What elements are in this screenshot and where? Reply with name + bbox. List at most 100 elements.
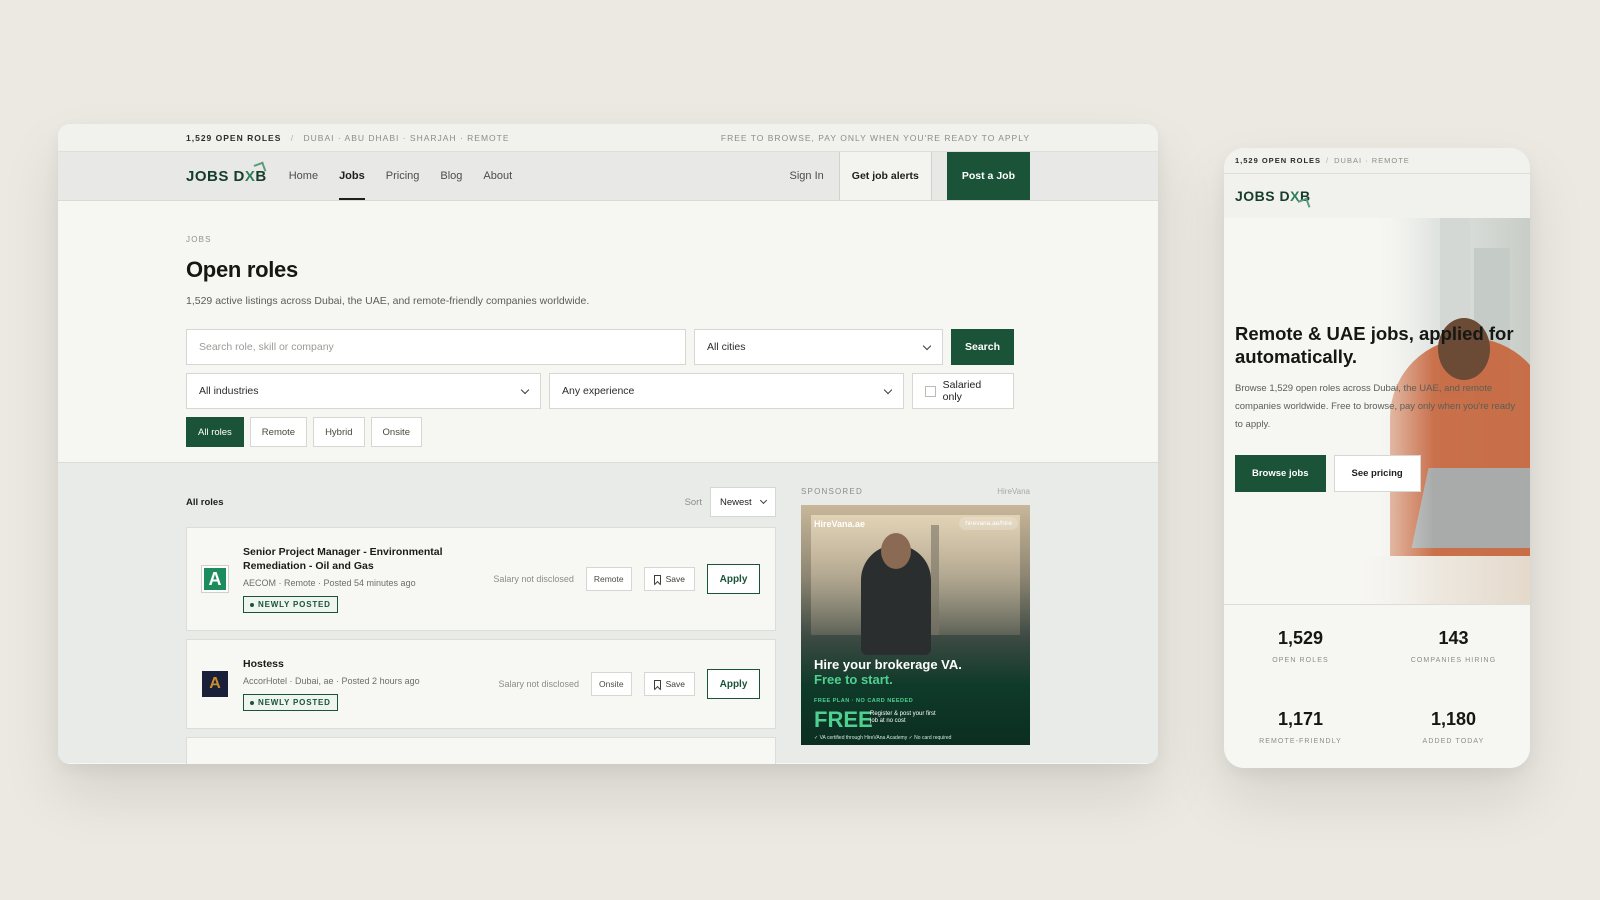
save-label: Save xyxy=(665,679,685,689)
experience-select-value: Any experience xyxy=(562,385,635,397)
nav-blog[interactable]: Blog xyxy=(440,152,462,200)
search-button[interactable]: Search xyxy=(951,329,1014,365)
job-title[interactable]: Senior Project Manager - Environmental R… xyxy=(243,545,453,573)
top-strip: 1,529 OPEN ROLES / DUBAI · ABU DHABI · S… xyxy=(58,124,1158,152)
salaried-only-checkbox[interactable]: Salaried only xyxy=(912,373,1014,409)
job-card[interactable]: A Senior Project Manager - Environmental… xyxy=(186,527,776,631)
company-logo: A xyxy=(202,671,228,697)
ad-url: hirevana.ae/hire xyxy=(959,517,1018,530)
newly-posted-badge: NEWLY POSTED xyxy=(243,596,338,613)
chevron-down-icon xyxy=(520,385,530,394)
checkbox-icon xyxy=(925,385,936,397)
strip-tagline: FREE TO BROWSE, PAY ONLY WHEN YOU'RE REA… xyxy=(720,132,1030,143)
nav-links: Home Jobs Pricing Blog About xyxy=(289,152,533,200)
job-info: Hostess AccorHotel · Dubai, ae · Posted … xyxy=(243,657,499,711)
nav-home[interactable]: Home xyxy=(289,152,318,200)
listings-section: All roles Sort Newest A Senior Project M… xyxy=(58,463,1158,764)
stat-value: 1,171 xyxy=(1277,709,1324,730)
salaried-only-label: Salaried only xyxy=(942,379,982,403)
chevron-down-icon xyxy=(759,496,768,505)
job-meta: AECOM · Remote · Posted 54 minutes ago xyxy=(243,578,416,588)
sort-value: Newest xyxy=(720,496,752,508)
ad-headline-accent: Free to start. xyxy=(814,672,893,687)
salary-text: Salary not disclosed xyxy=(493,574,574,584)
stat-label: REMOTE-FRIENDLY xyxy=(1259,738,1342,746)
experience-select[interactable]: Any experience xyxy=(549,373,904,409)
job-meta: AccorHotel · Dubai, ae · Posted 2 hours … xyxy=(243,676,420,686)
city-select[interactable]: All cities xyxy=(694,329,943,365)
search-input[interactable]: Search role, skill or company xyxy=(186,329,686,365)
page-title: Open roles xyxy=(186,257,298,282)
strip-separator: / xyxy=(1326,156,1330,165)
mobile-hero-title: Remote & UAE jobs, applied for automatic… xyxy=(1235,323,1514,367)
logo-text-1: JOBS D xyxy=(186,167,245,185)
city-select-value: All cities xyxy=(707,341,746,353)
stat-label: ADDED TODAY xyxy=(1422,738,1485,746)
city-list: DUBAI · ABU DHABI · SHARJAH · REMOTE xyxy=(303,132,510,143)
chevron-down-icon xyxy=(922,341,932,350)
strip-separator: / xyxy=(290,132,295,143)
mobile-logo[interactable]: JOBS DXB xyxy=(1235,188,1311,211)
ad-person-head xyxy=(881,533,911,569)
search-row: Search role, skill or company All cities… xyxy=(186,329,1030,365)
job-alerts-button[interactable]: Get job alerts xyxy=(838,152,932,200)
save-button[interactable]: Save xyxy=(643,567,695,591)
stat-value: 1,529 xyxy=(1277,627,1324,648)
navbar: JOBS DXB Home Jobs Pricing Blog About Si… xyxy=(58,152,1158,201)
sponsor-brand: HireVana xyxy=(997,487,1030,496)
chip-hybrid[interactable]: Hybrid xyxy=(313,417,365,447)
apply-button[interactable]: Apply xyxy=(707,564,760,594)
salary-text: Salary not disclosed xyxy=(498,679,580,689)
company-logo: A xyxy=(201,565,229,593)
search-hero: JOBS Open roles 1,529 active listings ac… xyxy=(58,201,1158,463)
mobile-cities: DUBAI · REMOTE xyxy=(1334,156,1410,165)
filter-row: All industries Any experience Salaried o… xyxy=(186,373,1030,409)
work-type-tag: Onsite xyxy=(591,672,632,696)
sort-label: Sort xyxy=(684,496,702,508)
desktop-mockup: 1,529 OPEN ROLES / DUBAI · ABU DHABI · S… xyxy=(58,124,1158,764)
chip-remote[interactable]: Remote xyxy=(249,417,308,447)
logo[interactable]: JOBS DXB xyxy=(186,152,267,200)
newly-posted-badge: NEWLY POSTED xyxy=(243,694,338,711)
list-title: All roles xyxy=(186,496,224,508)
sponsored-ad[interactable]: HireVana.ae hirevana.ae/hire Hire your b… xyxy=(801,505,1030,745)
stat-value: 1,180 xyxy=(1430,709,1477,730)
stat-companies-hiring: 143 COMPANIES HIRING xyxy=(1377,605,1530,687)
job-card-partial[interactable] xyxy=(186,737,776,764)
sort-control: Sort Newest xyxy=(685,487,776,517)
nav-about[interactable]: About xyxy=(483,152,512,200)
eyebrow: JOBS xyxy=(186,235,212,244)
post-job-button[interactable]: Post a Job xyxy=(946,152,1030,200)
stat-value: 143 xyxy=(1438,627,1469,648)
ad-fine-print: ✓ VA certified through HireVAna Academy … xyxy=(814,735,952,741)
dot-icon xyxy=(250,700,254,705)
browse-jobs-button[interactable]: Browse jobs xyxy=(1235,455,1326,492)
mobile-hero-buttons: Browse jobs See pricing xyxy=(1235,455,1421,492)
job-card[interactable]: A Hostess AccorHotel · Dubai, ae · Poste… xyxy=(186,639,776,729)
chip-onsite[interactable]: Onsite xyxy=(370,417,422,447)
badge-label: NEWLY POSTED xyxy=(258,600,331,609)
see-pricing-button[interactable]: See pricing xyxy=(1333,455,1421,492)
mobile-open-roles: 1,529 OPEN ROLES xyxy=(1235,156,1322,165)
work-type-tag: Remote xyxy=(585,567,632,591)
chip-all-roles[interactable]: All roles xyxy=(186,417,244,447)
sort-select[interactable]: Newest xyxy=(710,487,776,517)
bookmark-icon xyxy=(653,574,661,584)
open-roles-count: 1,529 OPEN ROLES xyxy=(186,132,282,143)
nav-pricing[interactable]: Pricing xyxy=(386,152,420,200)
stat-label: COMPANIES HIRING xyxy=(1410,656,1497,664)
industry-select-value: All industries xyxy=(199,385,259,397)
mobile-top-strip: 1,529 OPEN ROLES / DUBAI · REMOTE xyxy=(1224,148,1530,174)
industry-select[interactable]: All industries xyxy=(186,373,541,409)
job-title[interactable]: Hostess xyxy=(243,657,453,671)
sponsored-panel: SPONSORED HireVana HireVana.ae hirevana.… xyxy=(801,487,1030,745)
sign-in-link[interactable]: Sign In xyxy=(775,152,839,200)
ad-brand: HireVana.ae xyxy=(814,519,866,529)
page-subtitle: 1,529 active listings across Dubai, the … xyxy=(186,295,590,307)
save-button[interactable]: Save xyxy=(643,672,695,696)
nav-jobs[interactable]: Jobs xyxy=(339,152,365,200)
mobile-hero: Remote & UAE jobs, applied for automatic… xyxy=(1224,218,1530,604)
badge-label: NEWLY POSTED xyxy=(258,698,331,707)
ad-tower-image xyxy=(931,525,939,635)
apply-button[interactable]: Apply xyxy=(707,669,760,699)
